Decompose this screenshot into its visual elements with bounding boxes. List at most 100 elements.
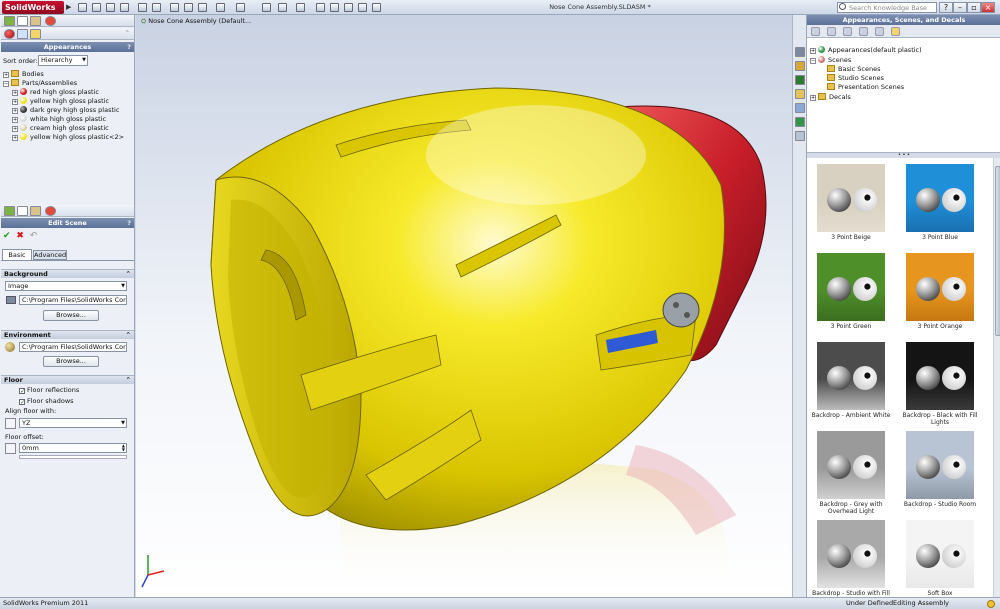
expand-icon[interactable]: +	[12, 135, 18, 141]
expand-icon[interactable]: +	[810, 48, 816, 54]
open-icon[interactable]	[92, 3, 101, 12]
custom-properties-tab-icon[interactable]	[795, 131, 805, 141]
print-icon[interactable]	[120, 3, 129, 12]
undo-icon[interactable]	[138, 3, 147, 12]
floor-section-header[interactable]: Floor ⌃	[1, 375, 134, 384]
display-style-icon[interactable]	[278, 3, 287, 12]
zoom-icon[interactable]	[236, 3, 245, 12]
environment-path-field[interactable]: C:\Program Files\SolidWorks Corp\SolidW	[19, 342, 127, 352]
graphics-viewport[interactable]: ⛭ Nose Cone Assembly (Default...	[136, 15, 792, 597]
save-icon[interactable]	[106, 3, 115, 12]
add-folder-icon[interactable]	[859, 27, 868, 36]
new-document-icon[interactable]	[78, 3, 87, 12]
floor-shadows-checkbox[interactable]: ✓ Floor shadows	[19, 397, 74, 406]
tree-item-appearance[interactable]: + dark grey high gloss plastic	[3, 106, 133, 115]
help-balloon-icon[interactable]	[987, 600, 995, 608]
tree-item-basic-scenes[interactable]: Basic Scenes	[827, 65, 880, 74]
thumbnail-scrollbar[interactable]	[993, 158, 1000, 597]
ok-check-icon[interactable]: ✔	[3, 231, 11, 241]
property-manager-tab[interactable]	[17, 206, 28, 216]
view-orientation-icon[interactable]	[262, 3, 271, 12]
tree-item-bodies[interactable]: + Bodies	[3, 70, 133, 79]
tree-item-studio-scenes[interactable]: Studio Scenes	[827, 74, 884, 83]
minimize-button[interactable]: –	[953, 2, 967, 13]
tree-item-appearances[interactable]: + Appearances(default plastic)	[810, 46, 922, 55]
expand-icon[interactable]: +	[12, 90, 18, 96]
scene-thumbnail[interactable]	[906, 164, 974, 232]
model-render[interactable]	[136, 15, 792, 597]
tree-item-appearance[interactable]: + cream high gloss plastic	[3, 124, 133, 133]
redo-icon[interactable]	[152, 3, 161, 12]
design-library-tab-icon[interactable]	[795, 61, 805, 71]
floor-reflections-checkbox[interactable]: ✓ Floor reflections	[19, 386, 79, 395]
view-options-icon[interactable]	[891, 27, 900, 36]
tree-item-decals[interactable]: + Decals	[810, 93, 851, 102]
background-section-header[interactable]: Background ⌃	[1, 269, 134, 278]
section-view-icon[interactable]	[316, 3, 325, 12]
offset-direction-icon[interactable]	[5, 443, 16, 454]
configuration-manager-tab[interactable]	[30, 206, 41, 216]
view-settings-icon[interactable]	[358, 3, 367, 12]
camera-icon[interactable]	[372, 3, 381, 12]
spinner-icon[interactable]: ▲ ▼	[122, 444, 125, 452]
help-icon[interactable]: ?	[127, 42, 131, 52]
display-manager-tab[interactable]	[45, 206, 56, 216]
align-floor-select[interactable]: YZ ▼	[19, 418, 127, 428]
rebuild-icon[interactable]	[184, 3, 193, 12]
appearances-tab-icon[interactable]	[795, 117, 805, 127]
cancel-x-icon[interactable]: ✖	[16, 231, 24, 241]
flip-direction-icon[interactable]	[5, 418, 16, 429]
appearances-filter-icon[interactable]	[4, 29, 15, 39]
resources-tab-icon[interactable]	[795, 47, 805, 57]
feature-manager-tab[interactable]	[4, 16, 15, 26]
decals-filter-icon[interactable]	[17, 29, 28, 39]
environment-browse-button[interactable]: Browse...	[43, 356, 99, 367]
tree-item-appearance[interactable]: + yellow high gloss plastic<2>	[3, 133, 133, 142]
tree-item-appearance[interactable]: + white high gloss plastic	[3, 115, 133, 124]
tree-item-presentation-scenes[interactable]: Presentation Scenes	[827, 83, 904, 92]
checkbox-icon[interactable]: ✓	[19, 388, 25, 395]
appearance-icon[interactable]	[330, 3, 339, 12]
search-tab-icon[interactable]	[795, 89, 805, 99]
tree-item-scenes[interactable]: − Scenes	[810, 56, 851, 65]
scrollbar-thumb[interactable]	[995, 166, 1000, 336]
expand-icon[interactable]: −	[810, 58, 816, 64]
select-icon[interactable]	[170, 3, 179, 12]
help-icon[interactable]: ?	[127, 218, 131, 228]
scene-filter-icon[interactable]	[30, 29, 41, 39]
scene-thumbnail[interactable]	[906, 253, 974, 321]
options-icon[interactable]	[216, 3, 225, 12]
expand-icon[interactable]: +	[12, 126, 18, 132]
scene-icon[interactable]	[344, 3, 353, 12]
scene-thumbnail[interactable]	[817, 431, 885, 499]
scene-thumbnail[interactable]	[817, 342, 885, 410]
expand-icon[interactable]: +	[12, 117, 18, 123]
up-folder-icon[interactable]	[843, 27, 852, 36]
expand-icon[interactable]: +	[12, 99, 18, 105]
file-properties-icon[interactable]	[198, 3, 207, 12]
background-path-field[interactable]: C:\Program Files\SolidWorks Corp\SolidW	[19, 295, 127, 305]
menu-arrow-icon[interactable]: ▶	[66, 3, 71, 11]
tab-basic[interactable]: Basic	[2, 249, 32, 260]
property-manager-tab[interactable]	[17, 16, 28, 26]
background-type-select[interactable]: Image ▼	[5, 281, 127, 291]
view-palette-tab-icon[interactable]	[795, 103, 805, 113]
undo-arrow-icon[interactable]: ↶	[30, 231, 38, 241]
expand-icon[interactable]: +	[12, 108, 18, 114]
floor-offset-field[interactable]: 0mm ▲ ▼	[19, 443, 127, 453]
help-icon[interactable]: ?	[939, 2, 953, 13]
tree-item-parts-assemblies[interactable]: − Parts/Assemblies	[3, 79, 133, 88]
collapse-icon[interactable]: ⌃	[125, 29, 130, 37]
restore-button[interactable]: ▫	[967, 2, 981, 13]
search-input[interactable]: Search Knowledge Base	[837, 2, 937, 13]
checkbox-icon[interactable]: ✓	[19, 399, 25, 406]
expand-icon[interactable]: −	[3, 81, 9, 87]
feature-manager-tab[interactable]	[4, 206, 15, 216]
expand-icon[interactable]: +	[810, 95, 816, 101]
tree-item-appearance[interactable]: + yellow high gloss plastic	[3, 97, 133, 106]
back-icon[interactable]	[811, 27, 820, 36]
scene-thumbnail[interactable]	[906, 342, 974, 410]
tab-advanced[interactable]: Advanced	[33, 250, 67, 260]
scene-thumbnail[interactable]	[817, 164, 885, 232]
scene-thumbnail[interactable]	[906, 431, 974, 499]
